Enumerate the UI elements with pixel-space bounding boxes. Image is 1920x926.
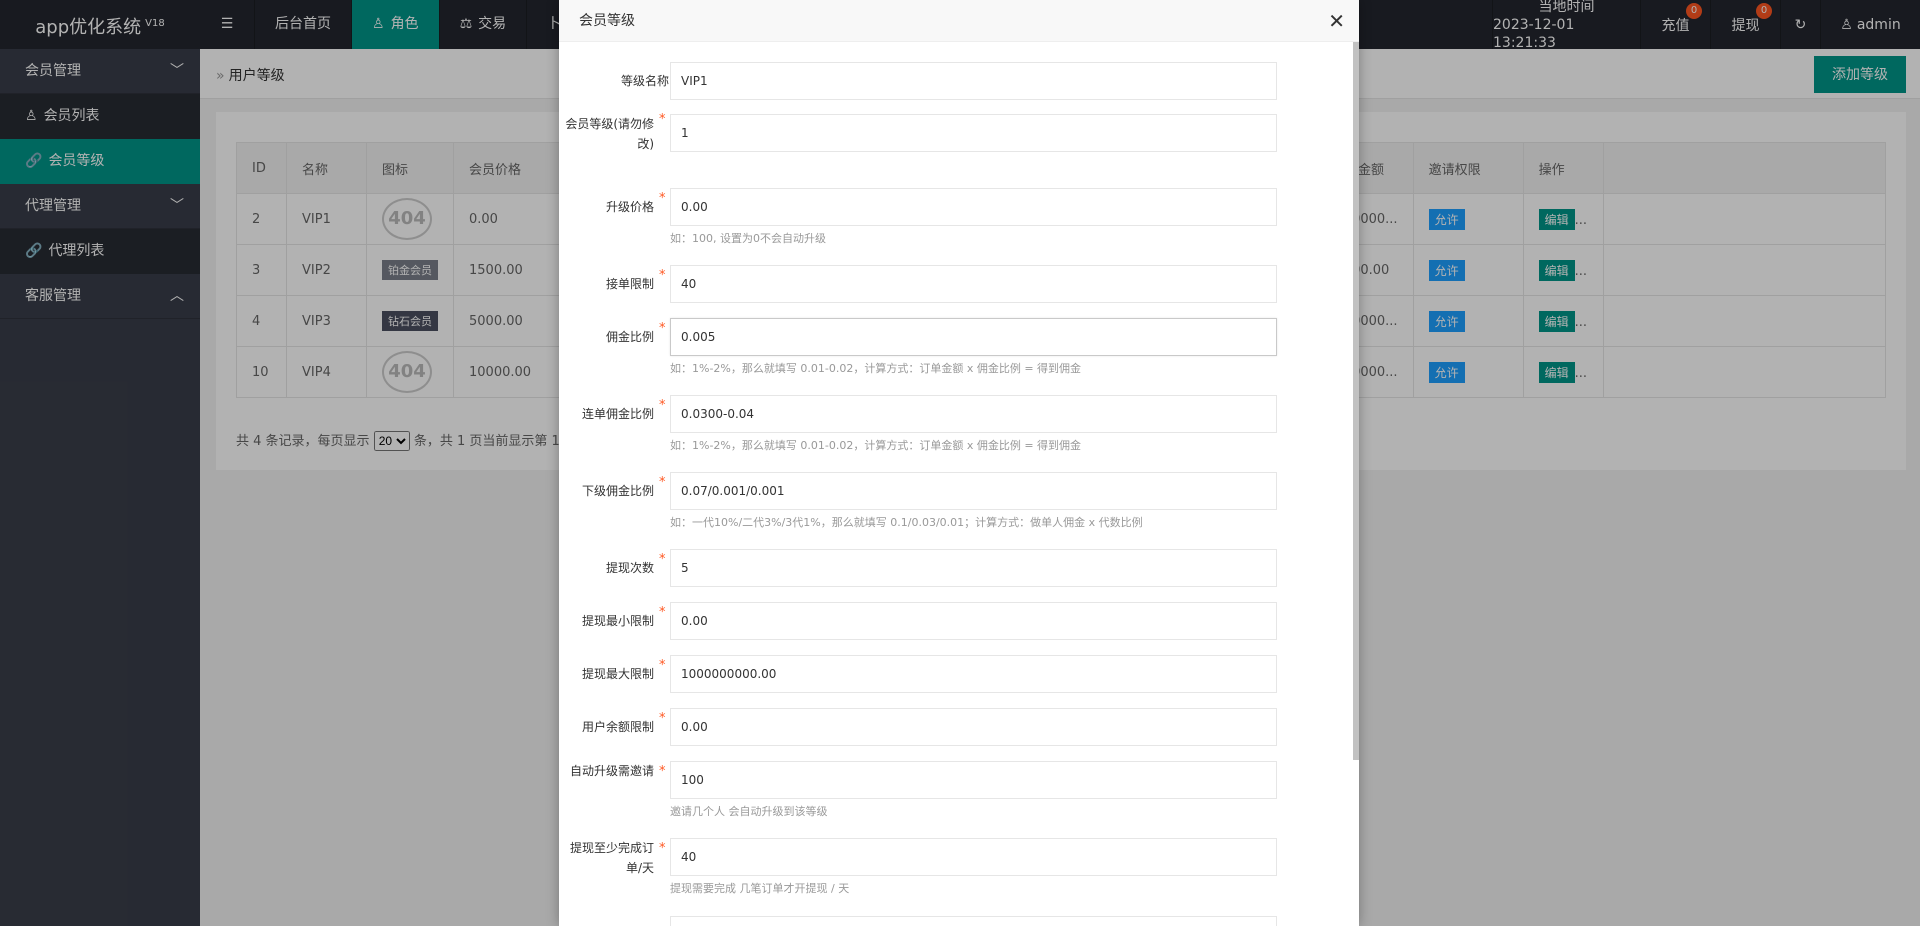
required-mark: * xyxy=(659,552,666,567)
level-name-input[interactable] xyxy=(670,62,1277,100)
modal-body: 等级名称 会员等级(请勿修改) * 升级价格 * 如：100, 设置为0不会自动… xyxy=(559,42,1359,926)
required-mark: * xyxy=(659,475,666,490)
required-mark: * xyxy=(659,191,666,206)
upgrade-price-input[interactable] xyxy=(670,188,1277,226)
chain-commission-rate-input[interactable] xyxy=(670,395,1277,433)
required-mark: * xyxy=(659,321,666,336)
required-mark: * xyxy=(659,841,666,856)
level-number-input[interactable] xyxy=(670,114,1277,152)
member-level-modal: 会员等级 ✕ 等级名称 会员等级(请勿修改) * 升级价格 * 如：100, 设… xyxy=(559,0,1359,926)
required-mark: * xyxy=(659,605,666,620)
required-mark: * xyxy=(659,711,666,726)
modal-header: 会员等级 ✕ xyxy=(559,0,1359,42)
required-mark: * xyxy=(659,268,666,283)
order-limit-input[interactable] xyxy=(670,265,1277,303)
auto-upgrade-invites-input[interactable] xyxy=(670,761,1277,799)
modal-title: 会员等级 xyxy=(579,13,635,29)
next-field-input[interactable] xyxy=(670,916,1277,926)
withdraw-min-input[interactable] xyxy=(670,602,1277,640)
withdraw-count-input[interactable] xyxy=(670,549,1277,587)
sub-commission-rate-input[interactable] xyxy=(670,472,1277,510)
required-mark: * xyxy=(659,764,666,779)
required-mark: * xyxy=(659,658,666,673)
close-icon[interactable]: ✕ xyxy=(1328,0,1345,42)
required-mark: * xyxy=(659,112,666,127)
min-daily-orders-input[interactable] xyxy=(670,838,1277,876)
withdraw-max-input[interactable] xyxy=(670,655,1277,693)
required-mark: * xyxy=(659,398,666,413)
balance-limit-input[interactable] xyxy=(670,708,1277,746)
commission-rate-input[interactable] xyxy=(670,318,1277,356)
